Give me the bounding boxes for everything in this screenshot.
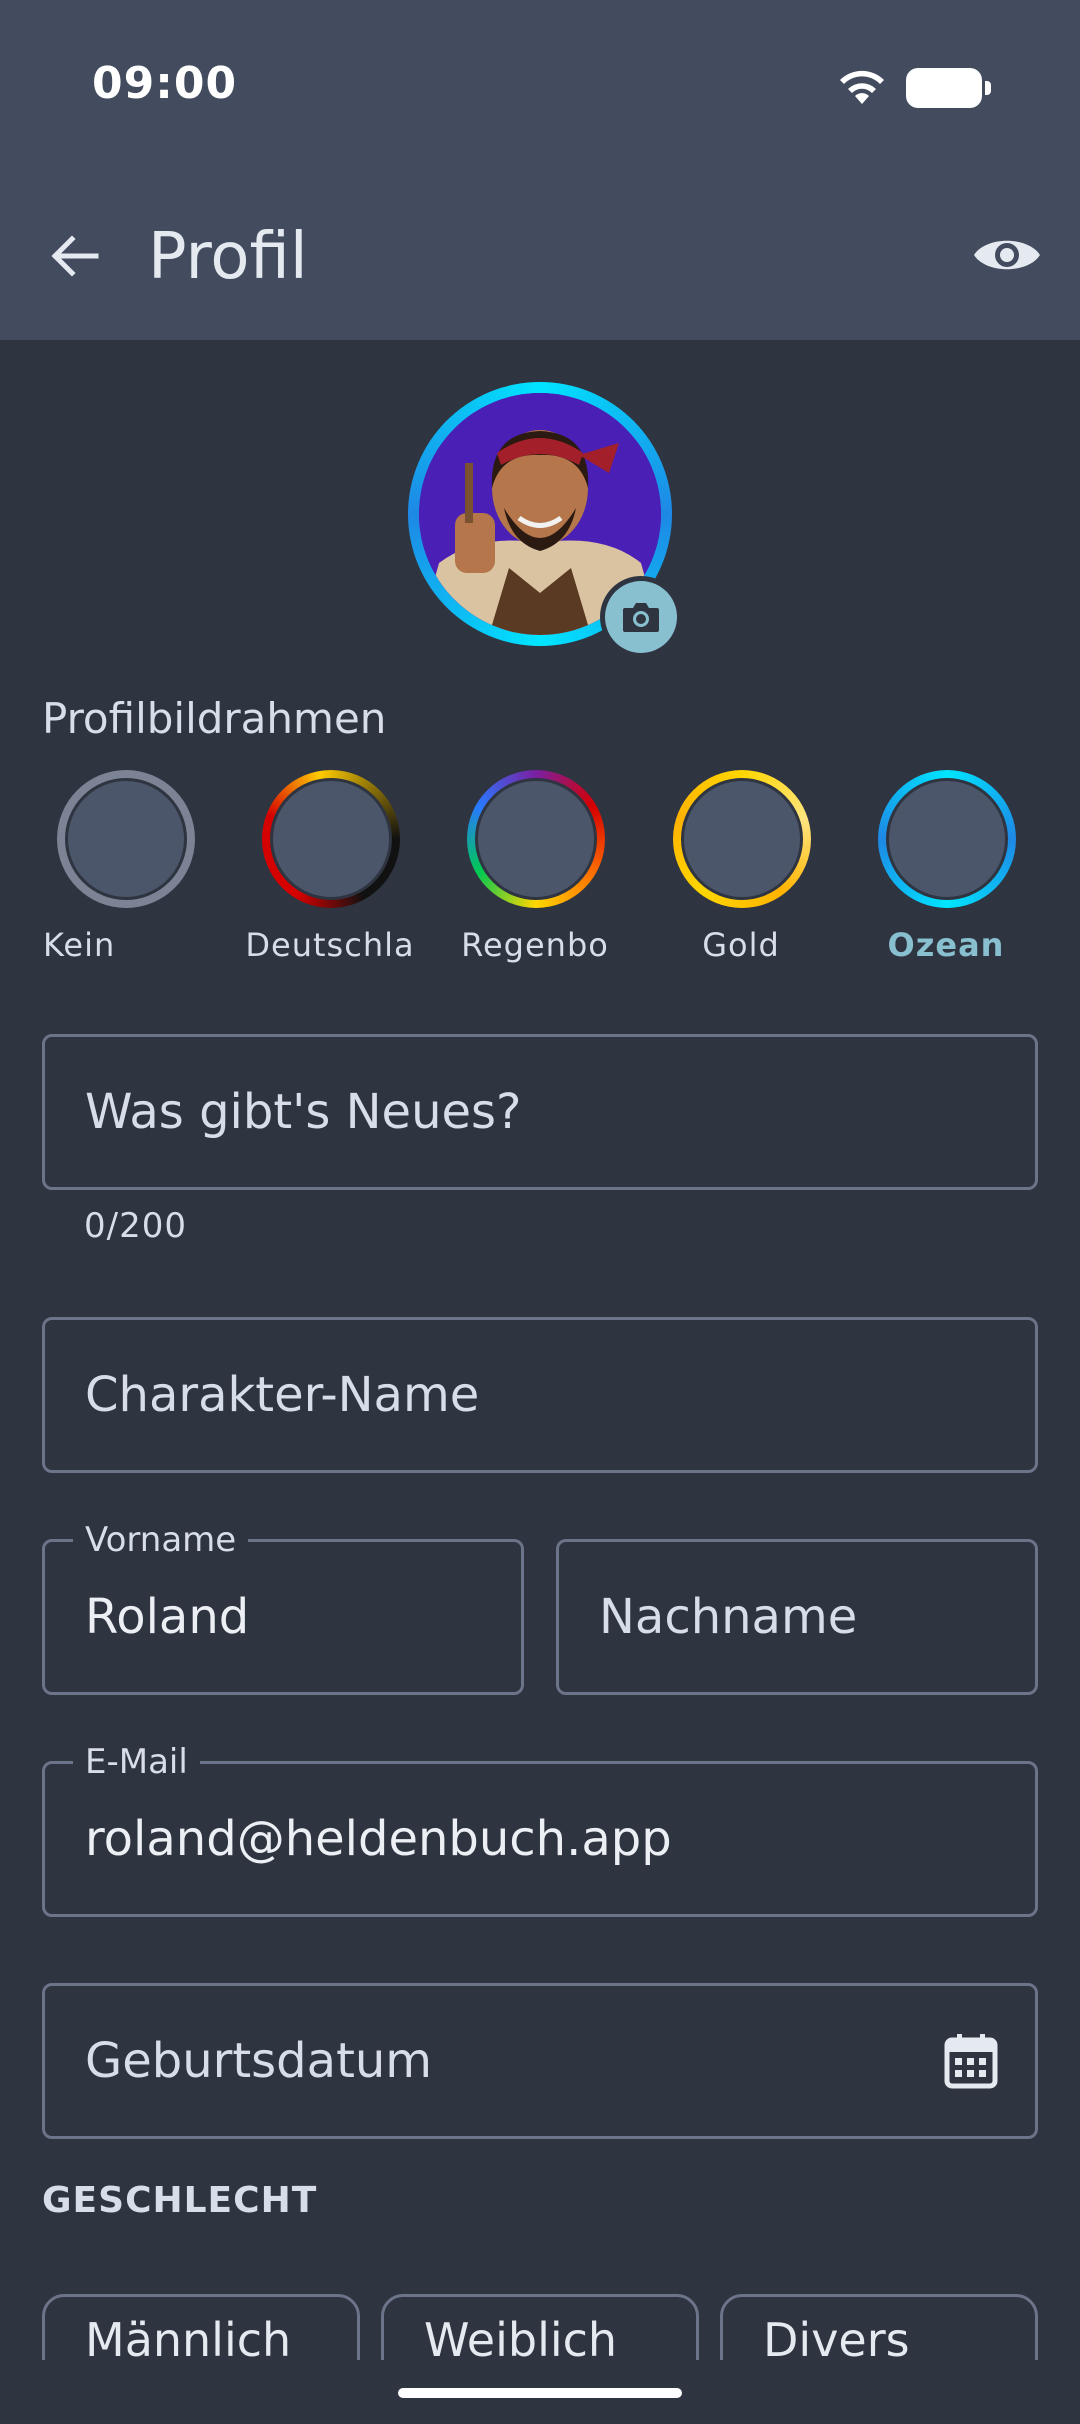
change-photo-button[interactable] [600,576,682,658]
avatar[interactable] [408,382,682,658]
frame-label: Gold [702,926,780,964]
character-name-placeholder: Charakter-Name [85,1367,480,1423]
camera-icon [623,603,659,632]
frame-label: Regenbo [461,926,609,964]
birthdate-input[interactable]: Geburtsdatum [42,1983,1038,2139]
calendar-icon[interactable] [943,2032,999,2090]
gender-chip-label: Weiblich [424,2313,618,2367]
frame-option-none[interactable]: Kein [35,768,215,968]
frame-ring-germany [262,770,400,908]
character-name-input[interactable]: Charakter-Name [42,1317,1038,1473]
first-name-value: Roland [85,1589,250,1645]
status-placeholder: Was gibt's Neues? [85,1084,522,1140]
frame-label: Kein [43,926,116,964]
frame-option-rainbow[interactable]: Regenbo [445,768,625,968]
status-input[interactable]: Was gibt's Neues? [42,1034,1038,1190]
frame-label-selected: Ozean [887,926,1005,964]
first-name-label: Vorname [73,1520,249,1560]
frame-option-gold[interactable]: Gold [651,768,831,968]
wifi-icon [840,70,884,104]
frame-ring-ocean [878,770,1016,908]
status-time: 09:00 [92,58,238,109]
frame-section-label: Profilbildrahmen [42,694,387,743]
frame-ring-none [57,770,195,908]
birthdate-placeholder: Geburtsdatum [85,2033,433,2089]
character-counter: 0/200 [84,1206,187,1246]
frame-ring-gold [673,770,811,908]
status-bar: 09:00 [0,0,1080,170]
home-indicator[interactable] [398,2388,682,2398]
email-field[interactable]: E-Mail roland@heldenbuch.app [42,1742,1038,1917]
gender-chip-label: Divers [763,2313,910,2367]
gender-section-label: GESCHLECHT [42,2180,318,2221]
arrow-left-icon[interactable] [44,226,104,286]
gender-chip-label: Männlich [85,2313,292,2367]
first-name-input[interactable]: Vorname Roland [42,1520,524,1695]
email-label: E-Mail [73,1742,200,1782]
frame-option-germany[interactable]: Deutschla [240,768,420,968]
battery-icon [906,68,991,108]
last-name-input[interactable]: Nachname [556,1539,1038,1695]
frame-label: Deutschla [245,926,415,964]
email-value: roland@heldenbuch.app [85,1811,672,1867]
app-bar: Profil [0,170,1080,340]
eye-icon[interactable] [972,230,1042,280]
frame-option-ocean[interactable]: Ozean [856,768,1036,968]
page-title: Profil [148,220,308,294]
last-name-placeholder: Nachname [599,1589,858,1645]
frame-ring-rainbow [467,770,605,908]
